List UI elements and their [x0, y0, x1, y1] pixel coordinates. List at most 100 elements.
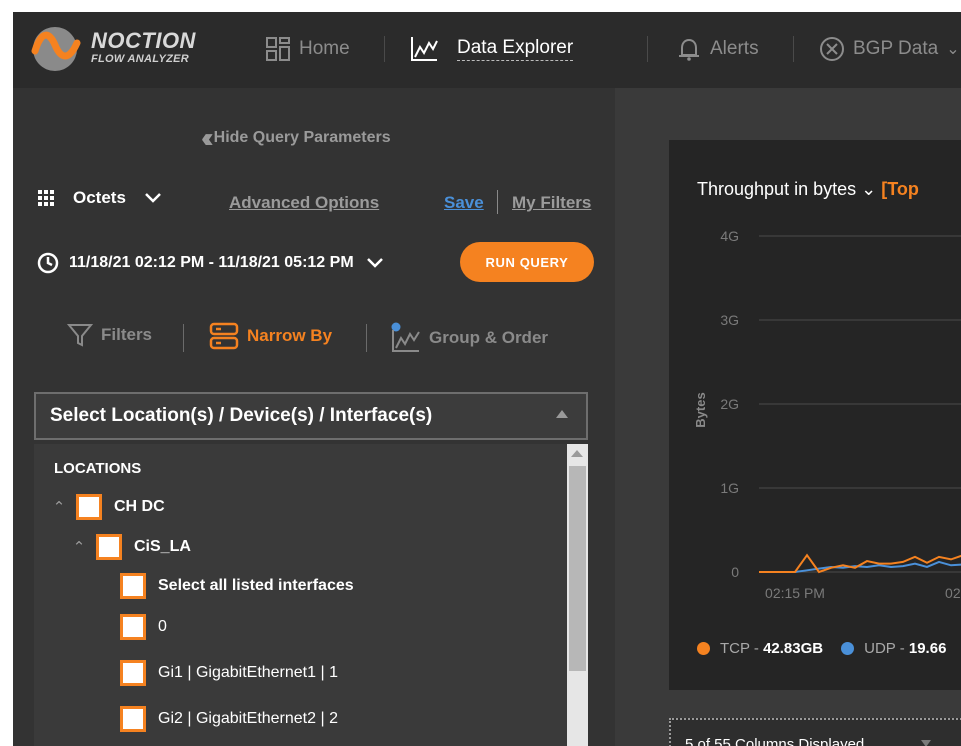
checkbox[interactable] [120, 614, 146, 640]
tab-group-order[interactable]: Group & Order [389, 322, 548, 354]
results-panel: Throughput in bytes ⌄ [Top 4G 3G 2G 1G 0 Byte… [615, 88, 961, 746]
tree-item-cis-la[interactable]: ⌃ CiS_LA [68, 534, 191, 560]
nav-data-explorer[interactable]: Data Explorer [409, 34, 574, 64]
nav-bgp-data-label: BGP Data [853, 38, 939, 59]
tab-narrow-by-label: Narrow By [247, 326, 333, 345]
caret-up-icon [556, 410, 568, 418]
columns-displayed-dropdown[interactable]: 5 of 55 Columns Displayed [669, 718, 961, 746]
nav-alerts[interactable]: Alerts [676, 34, 759, 64]
app-window: NOCTION FLOW ANALYZER Home Data Explorer [13, 12, 961, 746]
server-stack-icon [209, 322, 239, 350]
tab-divider [366, 324, 367, 352]
nav-divider [647, 36, 648, 62]
x-tick-label: 02:30 PM [945, 585, 961, 601]
tab-narrow-by[interactable]: Narrow By [209, 322, 332, 350]
tab-divider [183, 324, 184, 352]
tree-item-select-all[interactable]: Select all listed interfaces [120, 573, 354, 599]
metric-dropdown[interactable]: Octets [37, 188, 162, 208]
nav-divider [793, 36, 794, 62]
home-grid-icon [266, 37, 290, 61]
tree-item-label: Select all listed interfaces [158, 577, 354, 594]
tree-item-interface[interactable]: Gi2 | GigabitEthernet2 | 2 [120, 706, 338, 732]
checkbox[interactable] [76, 494, 102, 520]
tab-filters[interactable]: Filters [67, 322, 152, 348]
chevron-down-icon [145, 193, 161, 203]
hide-query-label: Hide Query Parameters [213, 129, 391, 146]
y-tick-label: 4G [720, 228, 739, 244]
select-label: Select Location(s) / Device(s) / Interfa… [50, 405, 433, 426]
checkbox[interactable] [96, 534, 122, 560]
dots-grid-icon [38, 190, 54, 206]
chart-unit-label: bytes [813, 179, 857, 199]
legend-dot-tcp [697, 642, 710, 655]
nav-bgp-data[interactable]: BGP Data ⌄ [819, 34, 960, 64]
advanced-options-link[interactable]: Advanced Options [229, 193, 379, 213]
metric-value: Octets [73, 188, 126, 207]
legend-item-tcp[interactable]: TCP - 42.83GB [720, 640, 823, 657]
tree-item-ch-dc[interactable]: ⌃ CH DC [48, 494, 165, 520]
legend-value: 19.66 [908, 640, 947, 657]
date-range-picker[interactable]: 11/18/21 02:12 PM - 11/18/21 05:12 PM [37, 252, 384, 274]
bell-icon [679, 38, 699, 61]
legend-name: TCP [720, 640, 750, 657]
nav-data-explorer-label: Data Explorer [457, 37, 574, 61]
y-tick-label: 1G [720, 480, 739, 496]
throughput-line-chart: 4G 3G 2G 1G 0 Bytes 02:15 PM 02:30 PM [693, 228, 961, 601]
tree-item-label: Gi1 | GigabitEthernet1 | 1 [158, 664, 338, 681]
bgp-network-icon [820, 37, 844, 61]
filter-icon [67, 324, 93, 347]
y-tick-label: 2G [720, 396, 739, 412]
nav-divider [384, 36, 385, 62]
chevron-down-icon [366, 258, 383, 268]
checkbox[interactable] [120, 660, 146, 686]
chevron-down-icon: ⌄ [946, 41, 960, 58]
caret-down-icon [921, 740, 931, 746]
tab-group-order-label: Group & Order [429, 328, 549, 347]
nav-alerts-label: Alerts [710, 38, 759, 59]
tree-scrollbar[interactable] [567, 444, 588, 746]
location-device-interface-select[interactable]: Select Location(s) / Device(s) / Interfa… [34, 392, 588, 440]
group-chart-icon [391, 322, 420, 352]
scroll-up-arrow-icon[interactable] [571, 450, 583, 457]
chevron-up-icon[interactable]: ⌃ [48, 498, 70, 516]
chart-unit-dropdown[interactable]: bytes ⌄ [813, 179, 876, 199]
tree-header: LOCATIONS [54, 460, 142, 477]
tree-item-label: 0 [158, 618, 167, 635]
nav-home-label: Home [299, 38, 350, 59]
throughput-chart-card: Throughput in bytes ⌄ [Top 4G 3G 2G 1G 0 Byte… [669, 140, 961, 690]
locations-tree: LOCATIONS ⌃ CH DC ⌃ CiS_LA Select all li… [34, 444, 588, 746]
y-axis-label: Bytes [693, 392, 708, 427]
y-tick-label: 3G [720, 312, 739, 328]
chart-legend: TCP - 42.83GB UDP - 19.66 [697, 640, 946, 657]
checkbox[interactable] [120, 573, 146, 599]
columns-displayed-label: 5 of 55 Columns Displayed [685, 736, 865, 746]
legend-item-udp[interactable]: UDP - 19.66 [864, 640, 946, 657]
nav-home[interactable]: Home [265, 34, 350, 64]
double-chevron-left-icon: ‹‹ [201, 122, 213, 153]
save-link[interactable]: Save [444, 193, 484, 213]
series-line-udp [759, 560, 961, 573]
scrollbar-thumb[interactable] [569, 466, 586, 671]
hide-query-parameters-button[interactable]: ‹‹ Hide Query Parameters [201, 122, 391, 153]
my-filters-link[interactable]: My Filters [512, 193, 591, 213]
tree-item-label: CiS_LA [134, 538, 191, 555]
top-navigation-bar: NOCTION FLOW ANALYZER Home Data Explorer [13, 12, 961, 88]
tree-item-interface[interactable]: 0 [120, 614, 167, 640]
legend-name: UDP [864, 640, 896, 657]
y-tick-label: 0 [731, 564, 739, 580]
tree-item-interface[interactable]: Gi1 | GigabitEthernet1 | 1 [120, 660, 338, 686]
logo-mark-icon [31, 27, 81, 71]
noction-logo[interactable]: NOCTION FLOW ANALYZER [31, 25, 211, 73]
chevron-down-icon: ⌄ [861, 179, 877, 199]
x-tick-label: 02:15 PM [765, 585, 825, 601]
clock-icon [37, 252, 59, 274]
query-tabs: Filters Narrow By Group & Order [67, 318, 587, 358]
series-line-tcp [759, 553, 961, 574]
tab-filters-label: Filters [101, 325, 153, 344]
chevron-up-icon[interactable]: ⌃ [68, 538, 90, 556]
tree-item-label: CH DC [114, 498, 165, 515]
checkbox[interactable] [120, 706, 146, 732]
chart-title-suffix: [Top [881, 179, 919, 199]
run-query-button[interactable]: RUN QUERY [460, 242, 594, 282]
date-range-value: 11/18/21 02:12 PM - 11/18/21 05:12 PM [69, 254, 354, 271]
